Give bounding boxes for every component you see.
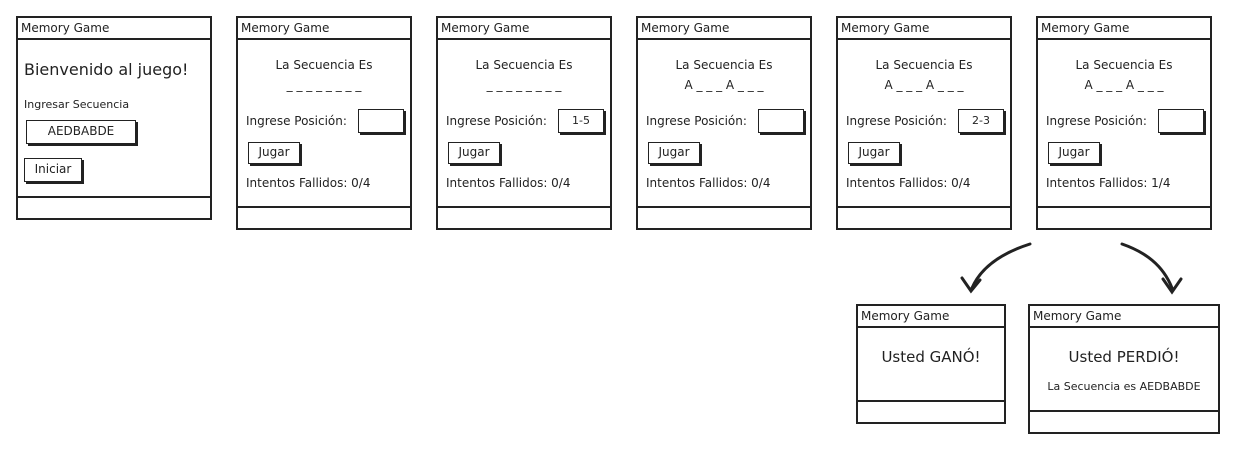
status-bar <box>1030 410 1218 432</box>
arrow-to-lost <box>1120 242 1183 295</box>
arrow-to-won <box>960 242 1032 294</box>
sequence-reveal: La Secuencia es AEDBABDE <box>1047 380 1201 393</box>
status-bar <box>858 400 1004 422</box>
won-message: Usted GANÓ! <box>881 348 981 366</box>
lost-window: Memory Game Usted PERDIÓ! La Secuencia e… <box>1028 304 1220 434</box>
won-window: Memory Game Usted GANÓ! <box>856 304 1006 424</box>
lost-message: Usted PERDIÓ! <box>1068 348 1180 366</box>
window-title: Memory Game <box>858 306 1004 328</box>
window-title: Memory Game <box>1030 306 1218 328</box>
